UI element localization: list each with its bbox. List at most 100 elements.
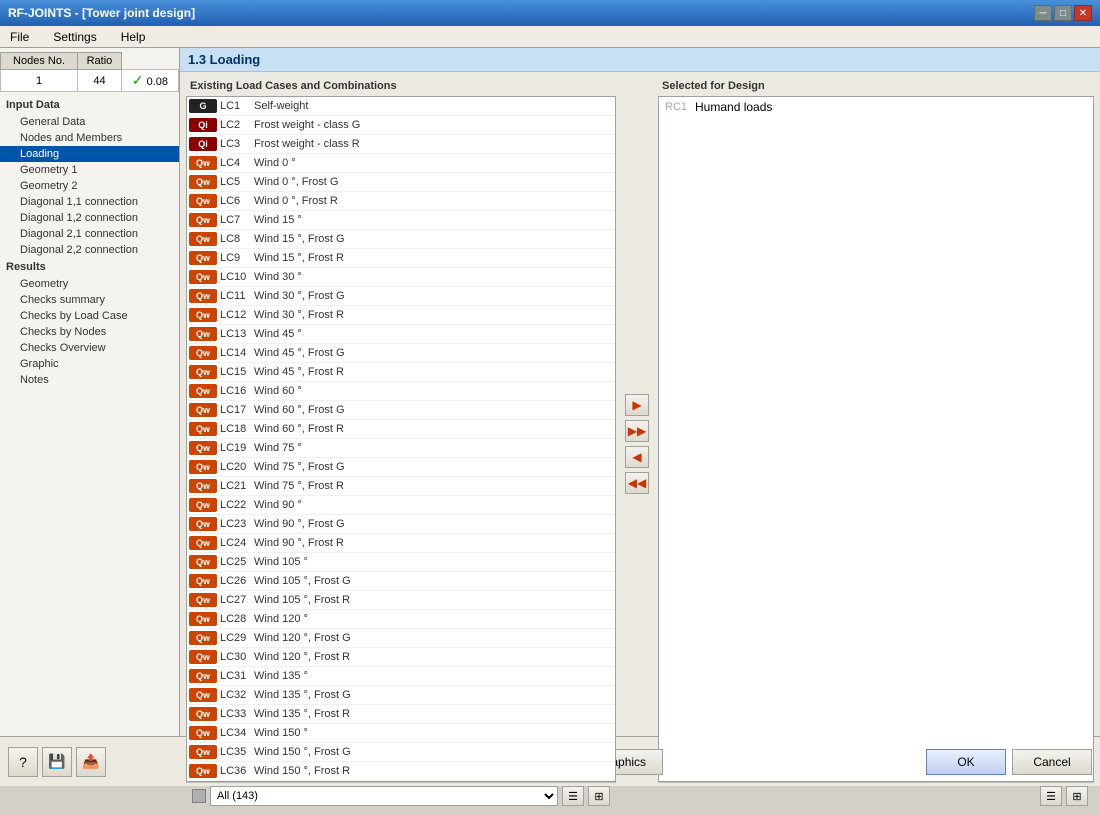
lc-number: LC10 — [220, 271, 254, 283]
list-item[interactable]: Qw LC26 Wind 105 °, Frost G — [187, 572, 615, 591]
menu-help[interactable]: Help — [115, 28, 152, 46]
sidebar-item-diagonal21[interactable]: Diagonal 2,1 connection — [0, 226, 179, 242]
sidebar-item-checks-nodes[interactable]: Checks by Nodes — [0, 324, 179, 340]
save-button[interactable]: 💾 — [42, 747, 72, 777]
list-item[interactable]: Qw LC23 Wind 90 °, Frost G — [187, 515, 615, 534]
sidebar-item-diagonal11[interactable]: Diagonal 1,1 connection — [0, 194, 179, 210]
list-item[interactable]: Qw LC28 Wind 120 ° — [187, 610, 615, 629]
list-item[interactable]: Qw LC20 Wind 75 °, Frost G — [187, 458, 615, 477]
menu-file[interactable]: File — [4, 28, 35, 46]
load-cases-icon-btn1[interactable]: ☰ — [562, 786, 584, 806]
list-item[interactable]: Qw LC9 Wind 15 °, Frost R — [187, 249, 615, 268]
list-item[interactable]: Qw LC31 Wind 135 ° — [187, 667, 615, 686]
sidebar-item-diagonal22[interactable]: Diagonal 2,2 connection — [0, 242, 179, 258]
list-item[interactable]: Qw LC4 Wind 0 ° — [187, 154, 615, 173]
lc-number: LC13 — [220, 328, 254, 340]
list-item[interactable]: Qw LC12 Wind 30 °, Frost R — [187, 306, 615, 325]
lc-badge: Qw — [189, 194, 217, 208]
list-item[interactable]: G LC1 Self-weight — [187, 97, 615, 116]
cell-node-number: 44 — [78, 70, 122, 92]
lc-badge: Qi — [189, 137, 217, 151]
move-left-double-button[interactable]: ◀◀ — [625, 472, 649, 494]
minimize-button[interactable]: ─ — [1034, 5, 1052, 21]
list-item[interactable]: Qw LC13 Wind 45 ° — [187, 325, 615, 344]
list-item[interactable]: Qw LC35 Wind 150 °, Frost G — [187, 743, 615, 762]
sidebar-item-checks-overview[interactable]: Checks Overview — [0, 340, 179, 356]
list-item[interactable]: Qi LC2 Frost weight - class G — [187, 116, 615, 135]
move-left-single-button[interactable]: ◀ — [625, 446, 649, 468]
list-item[interactable]: Qw LC22 Wind 90 ° — [187, 496, 615, 515]
sidebar: Nodes No. Ratio 1 44 ✓ 0.08 Input Data G… — [0, 48, 180, 736]
list-item[interactable]: Qw LC15 Wind 45 °, Frost R — [187, 363, 615, 382]
list-item[interactable]: Qw LC33 Wind 135 °, Frost R — [187, 705, 615, 724]
load-cases-icon-btn2[interactable]: ⊞ — [588, 786, 610, 806]
list-item[interactable]: Qw LC29 Wind 120 °, Frost G — [187, 629, 615, 648]
ok-button[interactable]: OK — [926, 749, 1006, 775]
load-cases-list[interactable]: G LC1 Self-weight Qi LC2 Frost weight - … — [186, 96, 616, 782]
list-item[interactable]: Qw LC21 Wind 75 °, Frost R — [187, 477, 615, 496]
list-item[interactable]: Qw LC10 Wind 30 ° — [187, 268, 615, 287]
sidebar-item-checks-summary[interactable]: Checks summary — [0, 292, 179, 308]
list-item[interactable]: Qw LC11 Wind 30 °, Frost G — [187, 287, 615, 306]
lc-number: LC18 — [220, 423, 254, 435]
list-item[interactable]: Qw LC19 Wind 75 ° — [187, 439, 615, 458]
cell-node-id: 1 — [1, 70, 78, 92]
help-button[interactable]: ? — [8, 747, 38, 777]
list-item[interactable]: Qw LC14 Wind 45 °, Frost G — [187, 344, 615, 363]
list-item[interactable]: Qw LC18 Wind 60 °, Frost R — [187, 420, 615, 439]
list-item[interactable]: Qw LC36 Wind 150 °, Frost R — [187, 762, 615, 781]
lc-name: Wind 105 °, Frost G — [254, 575, 351, 587]
sidebar-item-checks-load-case[interactable]: Checks by Load Case — [0, 308, 179, 324]
selected-icon-btn2[interactable]: ⊞ — [1066, 786, 1088, 806]
selected-panel: Selected for Design RC1 Humand loads ☰ ⊞ — [658, 78, 1094, 809]
list-item[interactable]: Qw LC34 Wind 150 ° — [187, 724, 615, 743]
list-item[interactable]: Qw LC8 Wind 15 °, Frost G — [187, 230, 615, 249]
lc-name: Wind 150 °, Frost R — [254, 765, 350, 777]
sidebar-item-geometry1[interactable]: Geometry 1 — [0, 162, 179, 178]
menu-bar: File Settings Help — [0, 26, 1100, 48]
lc-number: LC9 — [220, 252, 254, 264]
list-item[interactable]: Qw LC24 Wind 90 °, Frost R — [187, 534, 615, 553]
lc-badge: Qw — [189, 384, 217, 398]
sidebar-item-general-data[interactable]: General Data — [0, 114, 179, 130]
move-right-double-button[interactable]: ▶▶ — [625, 420, 649, 442]
sidebar-item-geometry2[interactable]: Geometry 2 — [0, 178, 179, 194]
list-item[interactable]: Qw LC25 Wind 105 ° — [187, 553, 615, 572]
sidebar-item-notes[interactable]: Notes — [0, 372, 179, 388]
lc-badge: Qw — [189, 422, 217, 436]
lc-badge: Qw — [189, 365, 217, 379]
list-item[interactable]: Qi LC3 Frost weight - class R — [187, 135, 615, 154]
lc-number: LC1 — [220, 100, 254, 112]
list-item[interactable]: Qw LC16 Wind 60 ° — [187, 382, 615, 401]
lc-badge: Qw — [189, 669, 217, 683]
sidebar-item-geometry[interactable]: Geometry — [0, 276, 179, 292]
cancel-button[interactable]: Cancel — [1012, 749, 1092, 775]
lc-badge: Qw — [189, 460, 217, 474]
selected-list[interactable]: RC1 Humand loads — [658, 96, 1094, 782]
list-item[interactable]: RC1 Humand loads — [659, 97, 1093, 116]
list-item[interactable]: Qw LC7 Wind 15 ° — [187, 211, 615, 230]
list-item[interactable]: Qw LC27 Wind 105 °, Frost R — [187, 591, 615, 610]
list-item[interactable]: Qw LC6 Wind 0 °, Frost R — [187, 192, 615, 211]
menu-settings[interactable]: Settings — [47, 28, 102, 46]
list-item[interactable]: Qw LC32 Wind 135 °, Frost G — [187, 686, 615, 705]
sidebar-item-diagonal12[interactable]: Diagonal 1,2 connection — [0, 210, 179, 226]
load-cases-dropdown[interactable]: All (143) — [210, 786, 558, 806]
sidebar-item-graphic[interactable]: Graphic — [0, 356, 179, 372]
lc-number: LC29 — [220, 632, 254, 644]
maximize-button[interactable]: □ — [1054, 5, 1072, 21]
selected-icon-btn1[interactable]: ☰ — [1040, 786, 1062, 806]
lc-badge: Qw — [189, 479, 217, 493]
move-right-single-button[interactable]: ▶ — [625, 394, 649, 416]
export-button[interactable]: 📤 — [76, 747, 106, 777]
close-button[interactable]: ✕ — [1074, 5, 1092, 21]
sidebar-item-nodes-members[interactable]: Nodes and Members — [0, 130, 179, 146]
node-table: Nodes No. Ratio 1 44 ✓ 0.08 — [0, 52, 179, 92]
sidebar-item-loading[interactable]: Loading — [0, 146, 179, 162]
lc-number: LC20 — [220, 461, 254, 473]
list-item[interactable]: Qw LC5 Wind 0 °, Frost G — [187, 173, 615, 192]
lc-name: Wind 45 ° — [254, 328, 302, 340]
list-item[interactable]: Qw LC30 Wind 120 °, Frost R — [187, 648, 615, 667]
lc-number: LC7 — [220, 214, 254, 226]
list-item[interactable]: Qw LC17 Wind 60 °, Frost G — [187, 401, 615, 420]
